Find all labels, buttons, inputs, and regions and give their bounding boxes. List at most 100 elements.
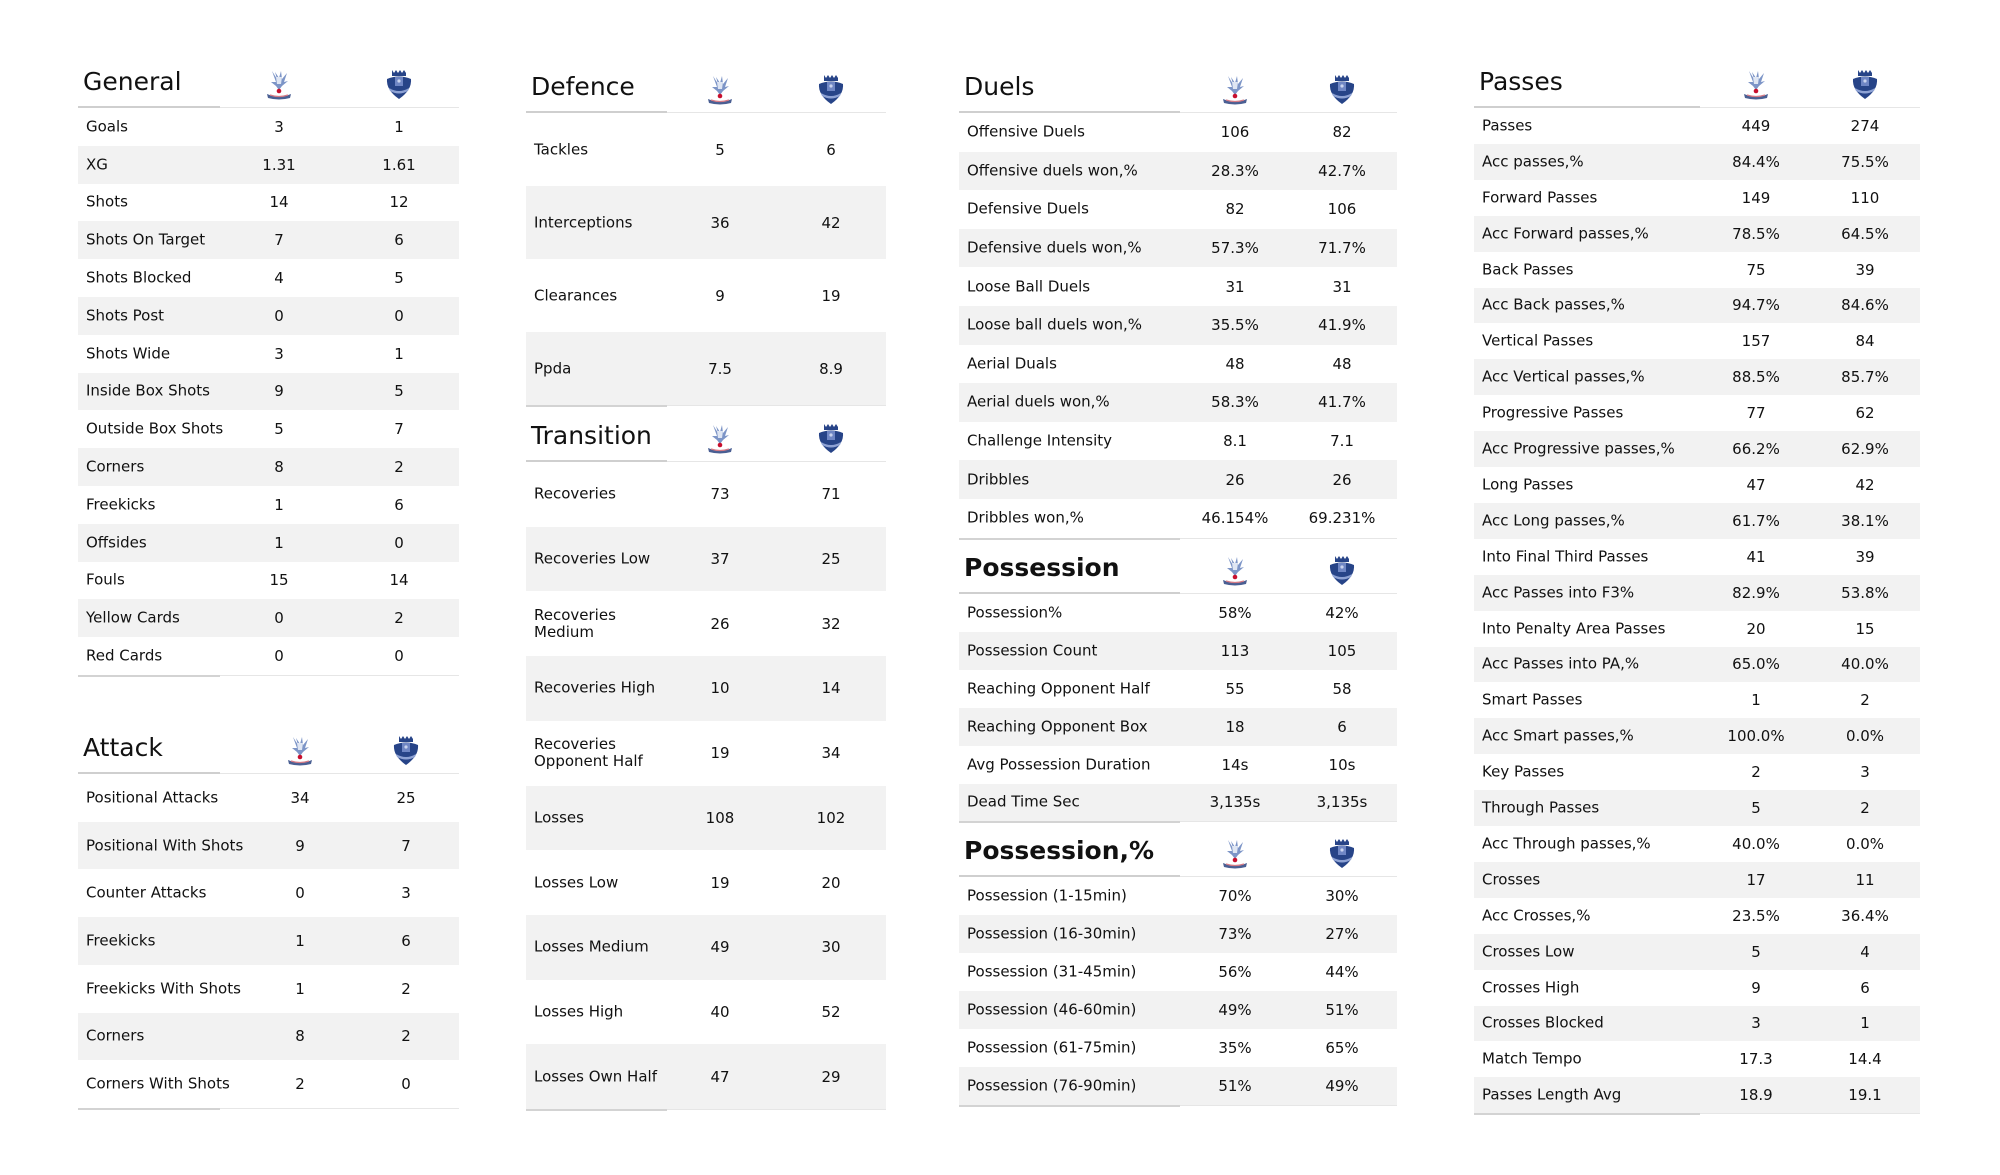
- away-value: 49%: [1325, 1077, 1359, 1095]
- home-value: 77: [1746, 404, 1766, 423]
- away-value: 34: [821, 744, 841, 763]
- stat-label: Dead Time Sec: [967, 792, 1080, 811]
- stat-row: Recoveries 73 71: [526, 462, 886, 527]
- stat-label: Acc Passes into F3%: [1482, 583, 1635, 602]
- away-value: 5: [394, 269, 404, 288]
- away-value: 42: [1855, 475, 1875, 494]
- everton-crest-icon: [1850, 68, 1880, 102]
- stat-label: Shots Post: [86, 306, 165, 325]
- section-title: Possession,%: [964, 836, 1155, 865]
- stat-row: Key Passes 2 3: [1474, 754, 1920, 790]
- stat-label: Clearances: [534, 286, 618, 304]
- section-header: Transition: [526, 414, 886, 462]
- home-value: 78.5%: [1732, 224, 1780, 243]
- home-value: 35%: [1218, 1039, 1252, 1057]
- away-value: 2: [1860, 691, 1870, 710]
- away-value: 42: [821, 213, 841, 232]
- away-value: 3: [1860, 763, 1870, 782]
- home-value: 1: [295, 931, 305, 950]
- home-value: 26: [710, 614, 730, 633]
- stat-label: Shots: [86, 192, 128, 211]
- stat-row: Clearances 9 19: [526, 259, 886, 332]
- section-title: General: [83, 67, 182, 96]
- section-header: General: [78, 60, 459, 108]
- away-value: 29: [821, 1067, 841, 1086]
- stat-row: Defensive Duels 82 106: [959, 190, 1397, 229]
- away-value: 52: [821, 1002, 841, 1021]
- stat-row: Dribbles won,% 46.154% 69.231%: [959, 499, 1397, 538]
- stat-row: Freekicks 1 6: [78, 486, 459, 524]
- away-value: 6: [1337, 717, 1347, 736]
- home-value: 3: [1751, 1014, 1761, 1033]
- home-value: 1: [1751, 691, 1761, 710]
- divider-segment: [667, 405, 886, 406]
- away-value: 48: [1332, 354, 1352, 373]
- stat-row: Yellow Cards 0 2: [78, 599, 459, 638]
- stat-label: Possession (31-45min): [967, 962, 1137, 981]
- stat-row: Red Cards 0 0: [78, 637, 459, 675]
- crystal-palace-crest-icon: [1220, 554, 1250, 588]
- home-value: 100.0%: [1727, 727, 1785, 746]
- home-value: 48: [1225, 354, 1245, 373]
- away-value: 58: [1332, 679, 1352, 698]
- away-value: 10s: [1328, 755, 1356, 774]
- stat-label: Key Passes: [1482, 762, 1565, 781]
- stat-label: Acc Smart passes,%: [1482, 726, 1634, 745]
- everton-crest-icon: [816, 422, 846, 456]
- away-value: 106: [1327, 200, 1357, 219]
- home-value: 108: [705, 808, 735, 827]
- divider-segment: [1180, 1105, 1397, 1106]
- stat-row: Possession (46-60min) 49% 51%: [959, 991, 1397, 1029]
- home-value: 10: [710, 679, 730, 698]
- home-value: 1: [295, 979, 305, 998]
- home-value: 1.31: [262, 155, 296, 174]
- section-duels: Duels Offensive Duels 106 82 Offensive duels…: [959, 65, 1397, 540]
- stat-row: Losses Own Half 47 29: [526, 1044, 886, 1109]
- stat-row: Crosses Low 5 4: [1474, 933, 1920, 970]
- stat-row: Losses High 40 52: [526, 980, 886, 1045]
- section-header: Possession,%: [959, 829, 1397, 877]
- stat-label: Possession Count: [967, 641, 1098, 660]
- away-value: 42%: [1325, 603, 1359, 622]
- stat-row: Acc Smart passes,% 100.0% 0.0%: [1474, 718, 1920, 755]
- stat-row: Losses 108 102: [526, 785, 886, 851]
- stat-label: Into Penalty Area Passes: [1482, 619, 1666, 638]
- stat-row: Acc Through passes,% 40.0% 0.0%: [1474, 826, 1920, 862]
- stat-row: Possession (16-30min) 73% 27%: [959, 915, 1397, 953]
- away-value: 6: [401, 931, 411, 950]
- away-value: 274: [1850, 116, 1880, 135]
- away-value: 0: [401, 1075, 411, 1094]
- home-value: 9: [715, 286, 725, 305]
- stat-row: Defensive duels won,% 57.3% 71.7%: [959, 228, 1397, 268]
- section-title: Duels: [964, 72, 1035, 101]
- home-value: 55: [1225, 679, 1245, 698]
- away-value: 105: [1327, 641, 1357, 660]
- home-value: 18.9: [1739, 1086, 1773, 1105]
- home-value: 58%: [1218, 603, 1252, 622]
- stat-label: Goals: [86, 117, 128, 136]
- divider-segment: [959, 821, 1180, 824]
- away-value: 26: [1332, 470, 1352, 489]
- away-value: 102: [816, 808, 846, 827]
- home-value: 9: [274, 382, 284, 401]
- stat-row: Corners 8 2: [78, 1012, 459, 1061]
- home-value: 88.5%: [1732, 368, 1780, 387]
- divider-segment: [959, 537, 1180, 540]
- home-value: 58.3%: [1211, 393, 1259, 412]
- stat-row: Fouls 15 14: [78, 562, 459, 600]
- stat-row: Crosses 17 11: [1474, 861, 1920, 898]
- away-value: 41.9%: [1318, 316, 1366, 335]
- home-value: 31: [1225, 277, 1245, 296]
- stat-row: Positional Attacks 34 25: [78, 774, 459, 822]
- section-bottom-divider: [526, 405, 886, 407]
- section-bottom-divider: [959, 821, 1397, 824]
- stat-label: Acc Through passes,%: [1482, 834, 1651, 853]
- stat-label: Possession (16-30min): [967, 924, 1137, 943]
- section-header: Attack: [78, 726, 459, 774]
- home-value: 5: [274, 420, 284, 439]
- stat-row: Crosses Blocked 3 1: [1474, 1005, 1920, 1042]
- away-value: 30: [821, 938, 841, 957]
- stat-label: Red Cards: [86, 646, 163, 665]
- home-value: 23.5%: [1732, 906, 1780, 925]
- away-value: 69.231%: [1308, 509, 1376, 528]
